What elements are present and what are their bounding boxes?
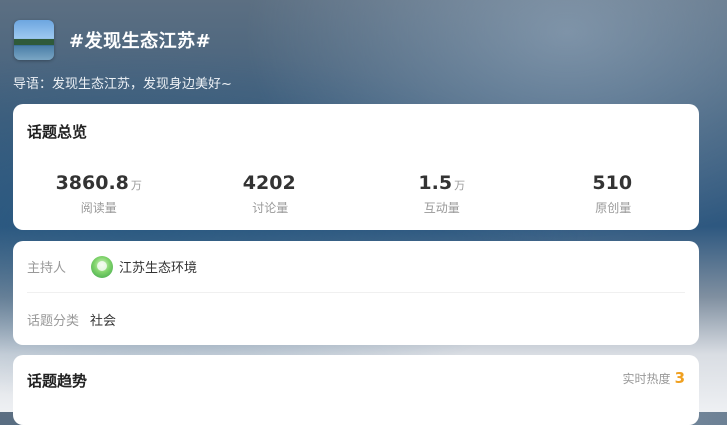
- realtime-heat: 实时热度 3: [623, 369, 685, 387]
- topic-title: #发现生态江苏#: [69, 31, 212, 52]
- stat-unit: 万: [454, 179, 466, 192]
- heat-label: 实时热度: [622, 372, 671, 386]
- topic-header: #发现生态江苏#: [14, 20, 211, 60]
- topic-intro: 导语：发现生态江苏，发现身边美好~: [13, 77, 232, 92]
- stat-label: 讨论量: [252, 201, 289, 215]
- host-row: 主持人 江苏生态环境: [27, 241, 685, 293]
- category-label: 话题分类: [27, 314, 80, 329]
- topic-cover-image: [14, 20, 54, 60]
- stat-label: 阅读量: [80, 201, 117, 215]
- host-label: 主持人: [27, 261, 67, 276]
- overview-title: 话题总览: [27, 123, 88, 141]
- host-name-link[interactable]: 江苏生态环境: [119, 257, 197, 276]
- stat-value: 4202: [242, 172, 296, 194]
- heat-value: 3: [674, 369, 685, 387]
- stat-interactions: 1.5 万 互动量: [356, 172, 528, 216]
- stat-originals: 510 原创量: [528, 172, 700, 216]
- category-value: 社会: [90, 314, 117, 329]
- stats-row: 3860.8 万 阅读量 4202 讨论量 1.5 万 互动量 510 原创量: [13, 172, 699, 216]
- info-card: 主持人 江苏生态环境 话题分类 社会: [13, 241, 699, 345]
- stat-unit: 万: [130, 179, 142, 192]
- stat-value: 3860.8: [55, 172, 129, 194]
- stat-reads: 3860.8 万 阅读量: [13, 172, 185, 216]
- stat-label: 互动量: [423, 201, 460, 215]
- stat-label: 原创量: [595, 201, 632, 215]
- stat-value: 1.5: [418, 172, 453, 194]
- stat-value: 510: [592, 172, 633, 194]
- stat-discussions: 4202 讨论量: [185, 172, 357, 216]
- category-row: 话题分类 社会: [27, 294, 685, 345]
- host-avatar-icon[interactable]: [91, 255, 113, 278]
- overview-card: 话题总览 3860.8 万 阅读量 4202 讨论量 1.5 万 互动量 510 原…: [13, 104, 699, 230]
- trend-card: 话题趋势 实时热度 3: [13, 355, 699, 425]
- trend-title: 话题趋势: [27, 372, 88, 390]
